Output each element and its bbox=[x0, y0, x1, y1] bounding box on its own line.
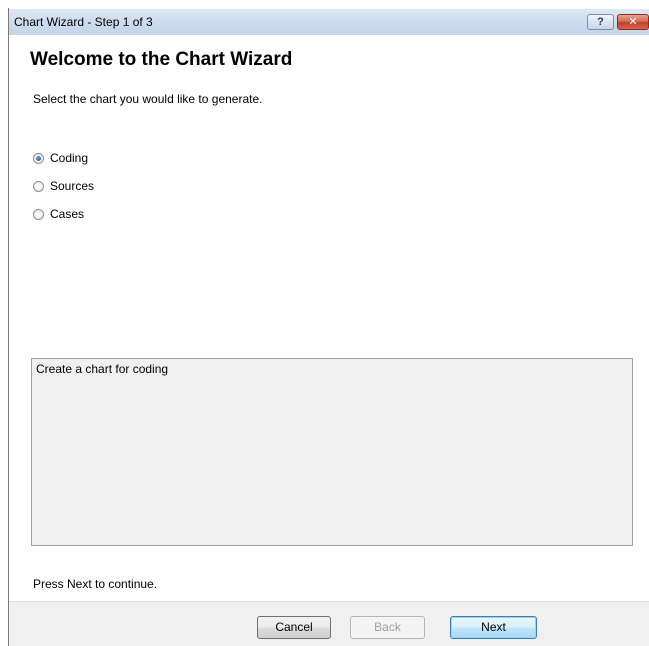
window-title: Chart Wizard - Step 1 of 3 bbox=[14, 15, 153, 29]
wizard-content: Welcome to the Chart Wizard Select the c… bbox=[9, 35, 649, 646]
next-button[interactable]: Next bbox=[450, 616, 537, 639]
radio-sources[interactable] bbox=[33, 180, 44, 192]
option-sources[interactable]: Sources bbox=[33, 177, 94, 195]
help-button[interactable]: ? bbox=[587, 14, 614, 30]
option-label: Coding bbox=[50, 151, 89, 165]
back-button[interactable]: Back bbox=[350, 616, 425, 639]
close-icon: ✕ bbox=[628, 16, 638, 28]
option-label: Cases bbox=[50, 207, 85, 221]
radio-cases[interactable] bbox=[33, 208, 44, 220]
chart-wizard-dialog: Chart Wizard - Step 1 of 3 ? ✕ Welcome t… bbox=[0, 0, 649, 646]
description-text: Create a chart for coding bbox=[36, 362, 169, 376]
option-label: Sources bbox=[50, 179, 95, 193]
option-cases[interactable]: Cases bbox=[33, 205, 84, 223]
option-coding[interactable]: Coding bbox=[33, 149, 88, 167]
description-panel: Create a chart for coding bbox=[31, 358, 633, 546]
button-bar: Cancel Back Next bbox=[9, 601, 649, 646]
instruction-text: Select the chart you would like to gener… bbox=[33, 92, 263, 106]
title-bar[interactable]: Chart Wizard - Step 1 of 3 ? ✕ bbox=[9, 9, 649, 35]
help-icon: ? bbox=[597, 16, 604, 28]
close-button[interactable]: ✕ bbox=[617, 14, 649, 30]
radio-coding[interactable] bbox=[33, 152, 44, 164]
cancel-button[interactable]: Cancel bbox=[257, 616, 331, 639]
continue-hint: Press Next to continue. bbox=[33, 577, 158, 591]
page-title: Welcome to the Chart Wizard bbox=[30, 49, 293, 70]
